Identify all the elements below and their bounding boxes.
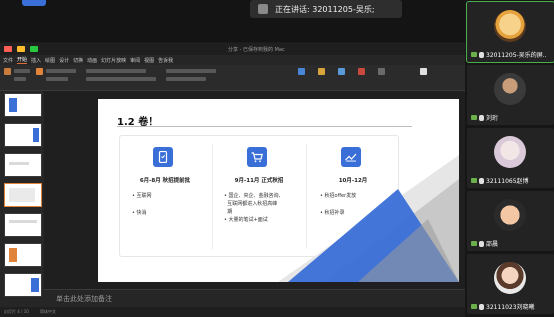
powerpoint-window: 分享 - 已保存到我的 Mac 文件 开始 插入 绘图 设计 切换 动画 幻灯片… [0,43,465,317]
tab-review[interactable]: 审阅 [130,57,140,64]
ribbon-tabs: 文件 开始 插入 绘图 设计 切换 动画 幻灯片放映 审阅 视图 告诉我 [0,55,465,65]
quick-styles-icon[interactable] [358,68,365,75]
paragraph-group[interactable] [166,69,216,73]
tab-tell-me[interactable]: 告诉我 [158,57,173,64]
mic-icon [479,303,484,310]
participant-tile[interactable]: 刘珩 [467,65,554,125]
ppt-window-title: 分享 - 已保存到我的 Mac [228,46,285,53]
tab-transitions[interactable]: 切换 [73,57,83,64]
slide-thumbnail-selected[interactable] [4,183,42,207]
slide-thumbnail[interactable] [4,213,42,237]
participant-name: 32011205-吴乐的屏.. [471,50,547,59]
thumb-shape [9,98,17,112]
paste-icon[interactable] [4,68,11,75]
ppt-titlebar: 分享 - 已保存到我的 Mac [0,43,465,55]
participant-name: 刘珩 [471,113,498,122]
slide-thumbnail[interactable] [4,153,42,177]
mic-icon [479,240,484,247]
font-format-group[interactable] [86,77,156,81]
font-selector[interactable] [86,69,146,73]
meeting-tab-indicator[interactable] [22,0,46,6]
camera-icon [471,304,477,309]
share-icon[interactable] [420,68,427,75]
thumb-shape [9,248,17,262]
clipboard-group[interactable] [14,69,30,73]
screen: 正在讲话: 32011205-吴乐; 分享 - 已保存到我的 Mac 文件 开始… [0,0,554,317]
thumb-shape [31,278,39,292]
slide-thumbnail[interactable] [4,273,42,297]
tab-animations[interactable]: 动画 [87,57,97,64]
tab-slideshow[interactable]: 幻灯片放映 [101,57,126,64]
thumb-shape [9,188,35,202]
paragraph-group-2[interactable] [166,77,206,81]
camera-icon [471,115,477,120]
participant-tile[interactable]: 邵晨 [467,191,554,251]
mic-icon [479,51,484,58]
notes-pane[interactable]: 单击此处添加备注 [44,289,465,307]
arrange-icon[interactable] [338,68,345,75]
tab-draw[interactable]: 绘图 [45,57,55,64]
participant-name: 32111023刘晓曦 [471,302,535,311]
participant-tile[interactable]: 32011205-吴乐的屏.. [466,1,554,63]
close-window-icon[interactable] [4,46,12,52]
photo-avatar [494,73,526,105]
participant-tile[interactable]: 32111023刘晓曦 [467,254,554,314]
slide-thumbnail[interactable] [4,93,42,117]
participant-name: 32111065赵博 [471,176,529,185]
camera-icon [471,52,477,57]
design-ideas-icon[interactable] [378,68,385,75]
slide-thumbnails [0,91,44,307]
layout-button[interactable] [46,69,76,73]
new-slide-icon[interactable] [36,68,43,75]
slide-thumbnail[interactable] [4,243,42,267]
language-indicator: 简体中文 [40,309,56,314]
speaker-icon [258,4,268,14]
thumb-shape [9,220,37,223]
speaking-label: 正在讲话: 32011205-吴乐; [275,4,375,14]
mic-icon [479,114,484,121]
anime-avatar [494,136,526,168]
convert-smartart-icon[interactable] [298,68,305,75]
notes-placeholder: 单击此处添加备注 [56,295,112,303]
maximize-window-icon[interactable] [30,46,38,52]
meeting-top-bar: 正在讲话: 32011205-吴乐; [0,0,465,42]
thumb-shape [9,162,29,165]
slide-thumbnail[interactable] [4,123,42,147]
slide-canvas: 1.2 卷！ 6月-8月 秋招提前批 • 互联网 • 快消 9月-11月 正式秋… [44,91,465,289]
camera-icon [471,178,477,183]
tab-insert[interactable]: 插入 [31,57,41,64]
tab-file[interactable]: 文件 [3,57,13,64]
decorative-corner-shapes [278,155,459,282]
tab-design[interactable]: 设计 [59,57,69,64]
participant-tile[interactable]: 32111065赵博 [467,128,554,188]
speaking-indicator: 正在讲话: 32011205-吴乐; [250,0,402,18]
cartoon-avatar [494,10,526,42]
girl-avatar [494,262,526,294]
minimize-window-icon[interactable] [17,46,25,52]
participant-name: 邵晨 [471,239,498,248]
thumb-shape [33,128,39,142]
reset-button[interactable] [46,77,68,81]
ppt-statusbar: 幻灯片 4 / 10 简体中文 [0,307,465,317]
ribbon-toolbar [0,65,465,91]
clipboard-group-2[interactable] [14,77,26,81]
tab-home[interactable]: 开始 [17,56,28,64]
shapes-icon[interactable] [318,68,325,75]
camera-icon [471,241,477,246]
mic-icon [479,177,484,184]
tab-view[interactable]: 视图 [144,57,154,64]
slide-counter: 幻灯片 4 / 10 [4,309,29,314]
current-slide[interactable]: 1.2 卷！ 6月-8月 秋招提前批 • 互联网 • 快消 9月-11月 正式秋… [98,99,459,282]
participants-panel: 32011205-吴乐的屏.. 刘珩 32111065赵博 邵晨 3211102… [465,0,554,317]
baby-avatar [494,199,526,231]
